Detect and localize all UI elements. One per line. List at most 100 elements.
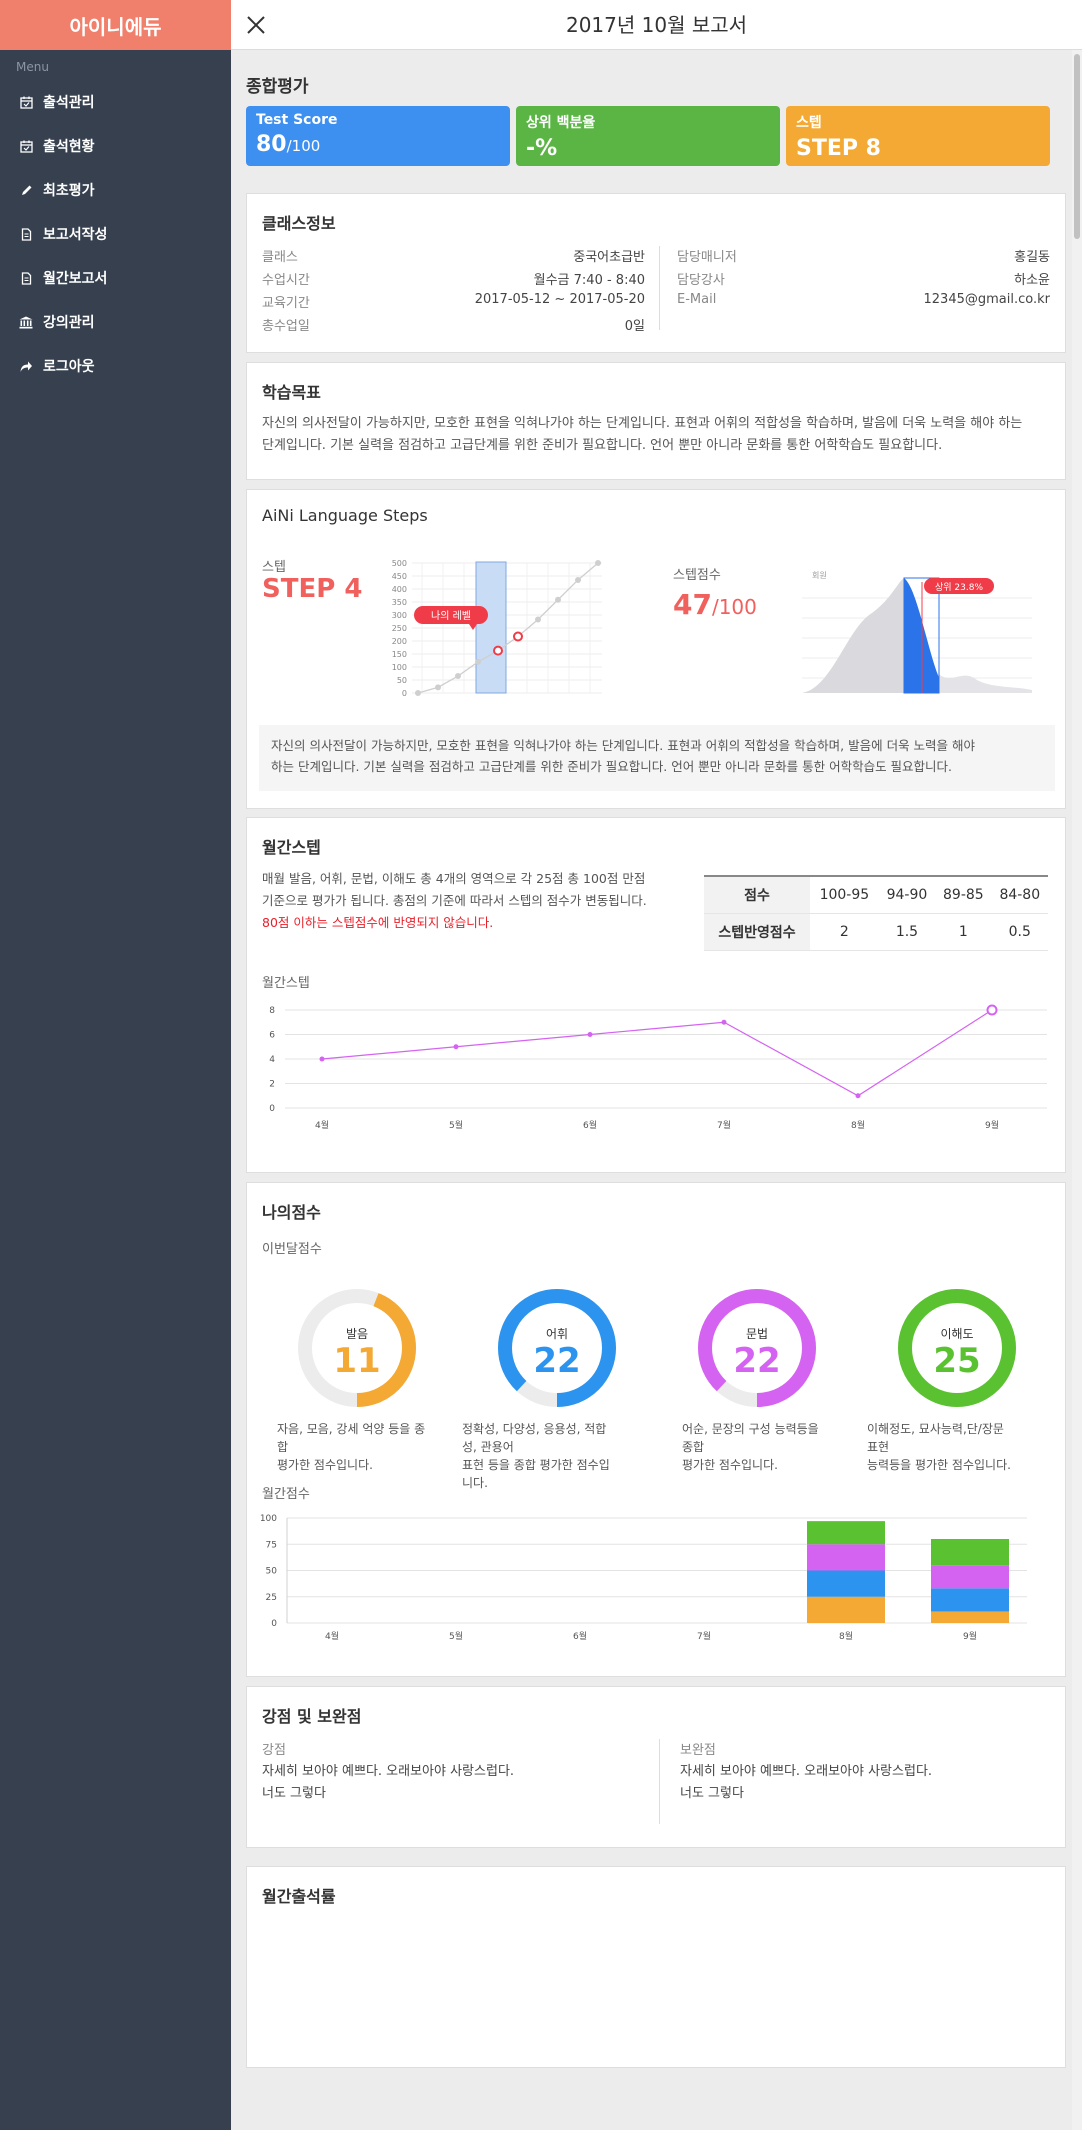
step-description: 자신의 의사전달이 가능하지만, 모호한 표현을 익혀나가야 하는 단계입니다.… (259, 725, 1055, 791)
attendance-card: 월간출석률 (246, 1866, 1066, 2068)
monthly-desc-line: 기준으로 평가가 됩니다. 총점의 기준에 따라서 스텝의 점수가 변동됩니다. (262, 893, 647, 908)
period-value: 2017-05-12 ~ 2017-05-20 (474, 292, 645, 307)
x-tick-label: 8월 (851, 1119, 865, 1131)
total-days-label: 총수업일 (262, 319, 310, 334)
my-level-band (475, 561, 507, 694)
strengths-title: 강점 및 보완점 (262, 1707, 362, 1726)
strength-line: 자세히 보아야 예쁘다. 오래보아야 사랑스럽다. (262, 1764, 515, 1779)
sidebar-item-5[interactable]: 월간보고서 (0, 256, 231, 300)
donut-desc-line: 능력등을 평가한 점수입니다. (867, 1458, 1011, 1472)
sidebar-item-1[interactable]: 출석관리 (0, 80, 231, 124)
sidebar-item-2[interactable]: 출석현황 (0, 124, 231, 168)
monthly-desc-line: 매월 발음, 어휘, 문법, 이해도 총 4개의 영역으로 각 25점 총 10… (262, 871, 646, 886)
y-tick-label: 150 (392, 650, 407, 659)
stack-bar-segment (931, 1539, 1009, 1566)
report-content[interactable]: 종합평가 Test Score 80/100 상위 백분율 -% 스텝 STEP… (231, 50, 1082, 2130)
attendance-title: 월간출석률 (262, 1887, 336, 1906)
donut-desc-line: 자음, 모음, 강세 억양 등을 종합 (277, 1422, 426, 1454)
calendar-check-icon (18, 94, 34, 110)
step-label: 스텝 (262, 560, 286, 575)
donut-desc-line: 이해정도, 묘사능력,단/장문 표현 (867, 1422, 1004, 1454)
brand-logo[interactable]: 아이니에듀 (0, 0, 231, 50)
monthly-warning: 80점 이하는 스텝점수에 반영되지 않습니다. (262, 915, 494, 930)
sidebar-item-7[interactable]: 로그아웃 (0, 344, 231, 388)
email-value[interactable]: 12345@gmail.co.kr (924, 292, 1050, 307)
score-donut: 어휘 22 (487, 1278, 627, 1422)
period-label: 교육기간 (262, 296, 310, 311)
monthly-step-chart-label: 월간스텝 (262, 976, 310, 991)
table-cell: 2 (810, 913, 879, 951)
scrollbar-thumb[interactable] (1074, 54, 1080, 239)
weakness-text: 자세히 보아야 예쁘다. 오래보아야 사랑스럽다. 너도 그렇다 (680, 1761, 932, 1805)
y-tick-label: 500 (392, 560, 407, 568)
step-score-number: 47 (673, 588, 712, 621)
x-tick-label: 7월 (717, 1119, 731, 1131)
monthly-score-label: 월간점수 (262, 1487, 310, 1502)
step-point (986, 1004, 998, 1016)
table-cell: 94-90 (878, 875, 936, 914)
table-row: 스텝반영점수 2 1.5 1 0.5 (704, 913, 1048, 951)
sidebar-item-3[interactable]: 최초평가 (0, 168, 231, 212)
page-title: 2017년 10월 보고서 (565, 13, 748, 37)
donut-description: 어순, 문장의 구성 능력등을 종합 평가한 점수입니다. (682, 1420, 832, 1474)
table-cell: 84-80 (991, 875, 1048, 914)
monthly-score-chart: 0 25 50 75 100 4월 5월 6월 7월 8월 9월 (260, 1514, 1027, 1642)
my-score-title: 나의점수 (262, 1203, 321, 1222)
donut-desc-line: 표현 등을 종합 평가한 점수입니다. (462, 1458, 610, 1490)
distribution-area (802, 578, 904, 693)
step-point (587, 1032, 593, 1037)
level-point (535, 616, 541, 623)
score-donut: 이해도 25 (887, 1278, 1027, 1422)
sidebar-item-label: 월간보고서 (43, 271, 108, 287)
donut-chart: 어휘22 (498, 1289, 616, 1407)
level-point (455, 673, 461, 680)
x-tick-label: 5월 (449, 1119, 463, 1131)
calendar-check-icon (18, 138, 34, 154)
x-tick-label: 4월 (315, 1119, 329, 1131)
goal-line: 단계입니다. 기본 실력을 점검하고 고급단계를 위한 준비가 필요합니다. 언… (262, 438, 943, 453)
time-label: 수업시간 (262, 273, 310, 288)
table-header-cell: 점수 (704, 875, 810, 914)
learning-goal-title: 학습목표 (262, 383, 321, 402)
x-tick-label: 6월 (583, 1119, 597, 1131)
close-icon[interactable] (243, 12, 269, 38)
percentile-tile: 상위 백분율 -% (516, 106, 780, 166)
y-tick-label: 100 (392, 663, 407, 672)
x-tick-label: 8월 (839, 1630, 853, 1642)
table-row: 점수 100-95 94-90 89-85 84-80 (704, 875, 1048, 914)
sidebar-item-6[interactable]: 강의관리 (0, 300, 231, 344)
divider (659, 246, 660, 330)
language-steps-card: AiNi Language Steps 스텝 STEP 4 0 50 100 150 2… (246, 489, 1066, 809)
tile-value: 80 (256, 132, 287, 157)
rank-tag-label: 상위 23.8% (935, 582, 983, 593)
sidebar-item-label: 로그아웃 (43, 359, 95, 375)
y-tick-label: 25 (266, 1593, 277, 1603)
y-tick-label: 0 (402, 689, 407, 698)
donut-chart: 이해도25 (898, 1289, 1016, 1407)
y-tick-label: 300 (392, 611, 407, 620)
sidebar-item-label: 출석관리 (43, 95, 95, 111)
donut-desc-line: 평가한 점수입니다. (277, 1458, 373, 1472)
sidebar-item-label: 최초평가 (43, 183, 95, 199)
donut-chart: 문법22 (698, 1289, 816, 1407)
class-info-card: 클래스정보 클래스 중국어초급반 수업시간 월수금 7:40 - 8:40 교육… (246, 193, 1066, 353)
y-tick-label: 250 (392, 624, 407, 633)
weakness-line: 자세히 보아야 예쁘다. 오래보아야 사랑스럽다. (680, 1764, 933, 1779)
table-header-cell: 스텝반영점수 (704, 913, 810, 951)
donut-chart: 발음11 (298, 1289, 416, 1407)
stack-bar-segment (931, 1565, 1009, 1589)
summary-title: 종합평가 (246, 77, 309, 97)
y-tick-label: 0 (269, 1104, 275, 1114)
x-tick-label: 9월 (985, 1119, 999, 1131)
distribution-chart: 회원 상위 23.8% (802, 571, 1032, 694)
document-icon (18, 226, 34, 242)
monthly-step-desc: 매월 발음, 어휘, 문법, 이해도 총 4개의 영역으로 각 25점 총 10… (262, 868, 692, 934)
table-cell: 89-85 (935, 875, 992, 914)
tile-label: 상위 백분율 (526, 115, 596, 131)
level-point (575, 576, 581, 583)
time-value: 월수금 7:40 - 8:40 (533, 273, 645, 288)
scrollbar[interactable] (1072, 50, 1082, 2130)
sidebar-item-label: 출석현황 (43, 139, 95, 155)
strength-text: 자세히 보아야 예쁘다. 오래보아야 사랑스럽다. 너도 그렇다 (262, 1761, 514, 1805)
sidebar-item-4[interactable]: 보고서작성 (0, 212, 231, 256)
